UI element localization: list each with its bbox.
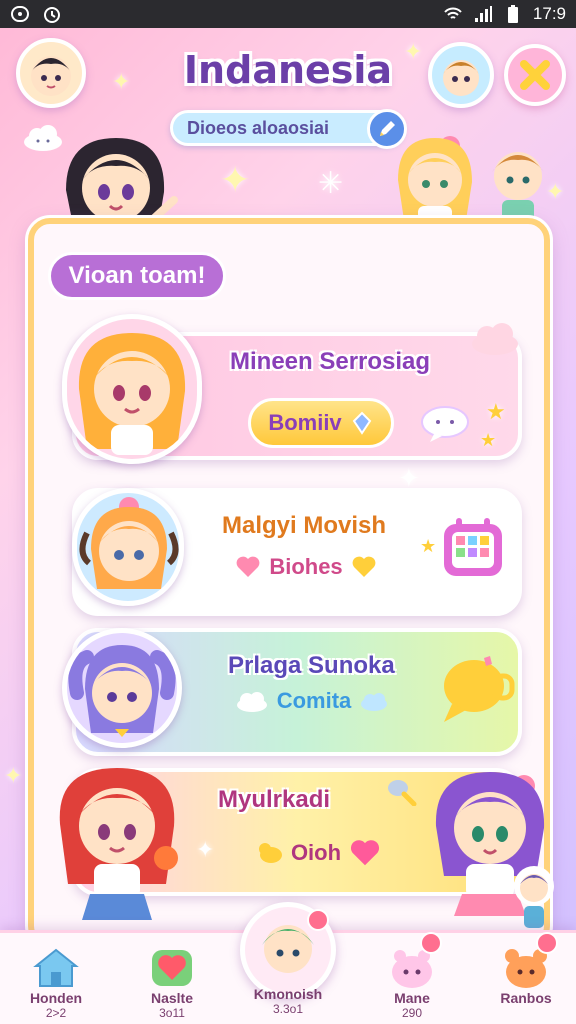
search-bar[interactable]: Dioeos aloaosiai [170, 109, 407, 149]
bird-icon [258, 843, 282, 863]
nav-item-pets[interactable]: Mane 290 [362, 932, 462, 1024]
sparkle-icon: ✦ [398, 464, 420, 494]
nav-label: Mane [394, 990, 430, 1006]
chat-bubble-icon [420, 404, 470, 448]
nav-item-profile-label: Kmonoish 3.3o1 [238, 978, 338, 1024]
sparkle-icon: ✦ [4, 764, 23, 789]
nav-sub: 290 [401, 1006, 423, 1020]
notification-icon [11, 6, 29, 22]
nav-label: Honden [29, 990, 83, 1006]
notification-badge [307, 909, 329, 931]
notification-badge [420, 932, 442, 954]
search-placeholder: Dioeos aloaosiai [187, 117, 330, 138]
cloud-icon [470, 320, 520, 360]
heart-icon [351, 840, 380, 866]
nav-label: Naslte [150, 990, 194, 1006]
speech-bubble-icon[interactable] [440, 654, 516, 728]
status-chip: Oioh [252, 828, 386, 878]
character-girl-red-hair [46, 754, 188, 930]
star-icon: ★ [420, 536, 437, 557]
status-label: Comita [276, 688, 352, 713]
section-label: Vioan toam! [48, 252, 226, 300]
star-icon: ★ [486, 400, 506, 425]
nav-sub: 2>2 [45, 1006, 67, 1020]
nav-item-rewards[interactable]: Ranbos [476, 932, 576, 1024]
sparkle-icon: ✦ [404, 40, 423, 65]
card-avatar[interactable] [72, 488, 184, 606]
calendar-icon[interactable] [440, 514, 506, 584]
card-title: Mineen Serrosiag [230, 348, 431, 375]
nav-sub: 3o11 [159, 1006, 185, 1020]
friend-avatar[interactable] [428, 42, 494, 108]
card-avatar[interactable] [62, 628, 182, 748]
status-label: Oioh [290, 840, 342, 865]
character-boy-small [510, 862, 558, 930]
nav-sub: 3.3o1 [272, 1002, 304, 1016]
card-title: Myulrkadi [218, 786, 331, 813]
sparkle-icon: ✦ [220, 160, 251, 201]
action-label: Bomiiv [268, 410, 342, 435]
battery-icon [507, 5, 518, 23]
heart-icon [236, 556, 260, 577]
status-chip: Biohes [226, 542, 386, 592]
sparkle-icon: ✳ [318, 166, 344, 201]
action-button[interactable]: Bomiiv [248, 398, 394, 448]
card-avatar[interactable] [62, 314, 202, 464]
gem-icon [352, 411, 371, 435]
status-bar: 17:9 [0, 0, 576, 28]
card-title: Malgyi Movish [222, 512, 387, 539]
home-icon [33, 948, 79, 987]
nav-label: Kmonoish [253, 986, 323, 1002]
wifi-icon [444, 7, 462, 19]
sparkle-icon: ✦ [196, 838, 215, 863]
nav-label: Ranbos [500, 990, 552, 1006]
key-icon [386, 776, 418, 810]
cloud-icon [361, 693, 388, 711]
alarm-icon [44, 7, 60, 23]
notification-badge [536, 932, 558, 954]
nav-item-favorites[interactable]: Naslte 3o11 [122, 936, 222, 1024]
heart-icon [352, 556, 376, 577]
nav-item-home[interactable]: Honden 2>2 [6, 936, 106, 1024]
heart-icon [152, 950, 192, 986]
cloud-icon [236, 692, 267, 712]
signal-icon [474, 6, 492, 22]
status-chip: Comita [224, 676, 400, 726]
close-button[interactable] [504, 44, 566, 106]
clock: 17:9 [532, 4, 566, 23]
star-icon: ★ [480, 430, 497, 451]
status-label: Biohes [269, 554, 343, 579]
sparkle-icon: ✦ [112, 70, 131, 95]
close-icon [520, 60, 550, 90]
